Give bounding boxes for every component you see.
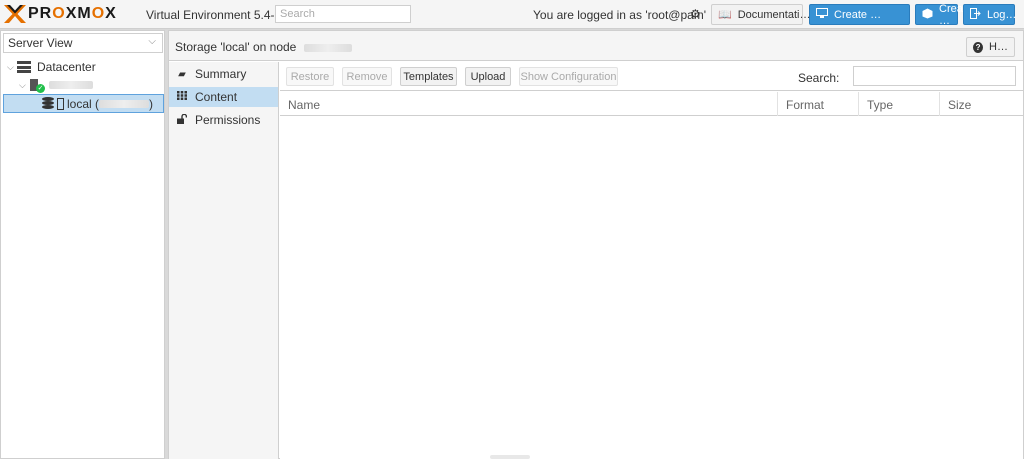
column-format[interactable]: Format — [778, 92, 859, 116]
login-status: You are logged in as 'root@pam' — [533, 8, 707, 22]
help-label: H… — [989, 41, 1008, 53]
page-title: Storage 'local' on node — [175, 40, 352, 54]
content-toolbar: Restore Remove Templates Upload Show Con… — [280, 62, 1023, 91]
documentation-label: Documentati… — [737, 8, 811, 21]
column-type[interactable]: Type — [859, 92, 940, 116]
help-button[interactable]: ? H… — [966, 37, 1015, 57]
create-ct-button[interactable]: Create … — [915, 3, 972, 27]
sign-out-icon — [970, 7, 981, 22]
log-panel-resize-handle[interactable] — [490, 455, 530, 459]
tab-content[interactable]: Content — [169, 87, 278, 107]
storage-node-redacted — [99, 99, 150, 108]
resource-tree-panel: Server View ⌵ ⌵ Datacenter ⌵ ✓ local ( ) — [0, 30, 165, 459]
content-grid-body — [280, 117, 1023, 459]
tab-permissions-label: Permissions — [195, 113, 261, 127]
question-icon: ? — [973, 41, 984, 53]
collapse-icon[interactable]: ⌵ — [7, 62, 17, 73]
th-icon — [177, 91, 187, 103]
unlock-icon — [177, 113, 188, 127]
main-panel: Storage 'local' on node ? H… ▰ Summary C… — [168, 30, 1024, 459]
version-label: Virtual Environment 5.4-13 — [146, 8, 288, 22]
content-header: Storage 'local' on node ? H… — [169, 31, 1023, 61]
storage-nav: ▰ Summary Content Permissions — [169, 62, 279, 459]
server-view-select[interactable]: Server View ⌵ — [3, 33, 163, 53]
search-input[interactable] — [275, 5, 411, 23]
create-vm-label: Create … — [834, 8, 882, 21]
templates-button[interactable]: Templates — [400, 67, 457, 86]
node-name-redacted — [49, 81, 93, 89]
cube-icon — [922, 8, 933, 22]
proxmox-x-icon — [4, 5, 26, 23]
logout-label: Log… — [987, 8, 1017, 21]
search-label: Search: — [798, 71, 840, 85]
storage-file-icon — [57, 97, 64, 110]
collapse-icon[interactable]: ⌵ — [19, 80, 29, 91]
brand-name: PROXMOX — [28, 5, 117, 22]
chevron-down-icon: ⌵ — [148, 36, 156, 47]
show-configuration-button[interactable]: Show Configuration — [519, 67, 618, 86]
tree-item-node[interactable]: ⌵ ✓ — [1, 76, 164, 94]
tab-permissions[interactable]: Permissions — [169, 110, 278, 130]
content-search-input[interactable] — [853, 66, 1016, 86]
datacenter-label: Datacenter — [37, 60, 96, 74]
server-view-label: Server View — [8, 36, 73, 50]
gear-icon[interactable]: ⚙ — [690, 7, 701, 21]
proxmox-logo[interactable]: PROXMOX — [4, 5, 117, 23]
documentation-button[interactable]: 📖 Documentati… — [711, 4, 810, 25]
column-size[interactable]: Size — [940, 92, 1023, 116]
desktop-icon — [816, 7, 828, 22]
tab-content-label: Content — [195, 90, 238, 104]
remove-button[interactable]: Remove — [342, 67, 392, 86]
tree-item-storage-local[interactable]: local ( ) — [3, 94, 164, 113]
node-name-redacted — [303, 43, 352, 52]
top-bar: PROXMOX Virtual Environment 5.4-13 You a… — [0, 0, 1024, 29]
create-vm-button[interactable]: Create … — [809, 4, 910, 25]
tree-item-datacenter[interactable]: ⌵ Datacenter — [1, 58, 164, 76]
column-name[interactable]: Name — [280, 92, 778, 116]
tab-summary[interactable]: ▰ Summary — [169, 64, 278, 84]
page-title-text: Storage 'local' on node — [175, 40, 297, 54]
datacenter-icon — [17, 61, 31, 73]
node-online-icon: ✓ — [29, 78, 45, 93]
restore-button[interactable]: Restore — [286, 67, 334, 86]
storage-label: local ( — [67, 96, 100, 111]
database-icon — [42, 97, 54, 110]
resource-tree: ⌵ Datacenter ⌵ ✓ local ( ) — [1, 55, 164, 113]
upload-button[interactable]: Upload — [465, 67, 511, 86]
book-icon: 📖 — [718, 9, 732, 21]
storage-label-close: ) — [149, 96, 154, 111]
tab-summary-label: Summary — [195, 67, 247, 81]
content-grid-header: Name Format Type Size — [280, 92, 1023, 116]
book-icon: ▰ — [178, 68, 186, 80]
logout-button[interactable]: Log… — [963, 4, 1017, 25]
